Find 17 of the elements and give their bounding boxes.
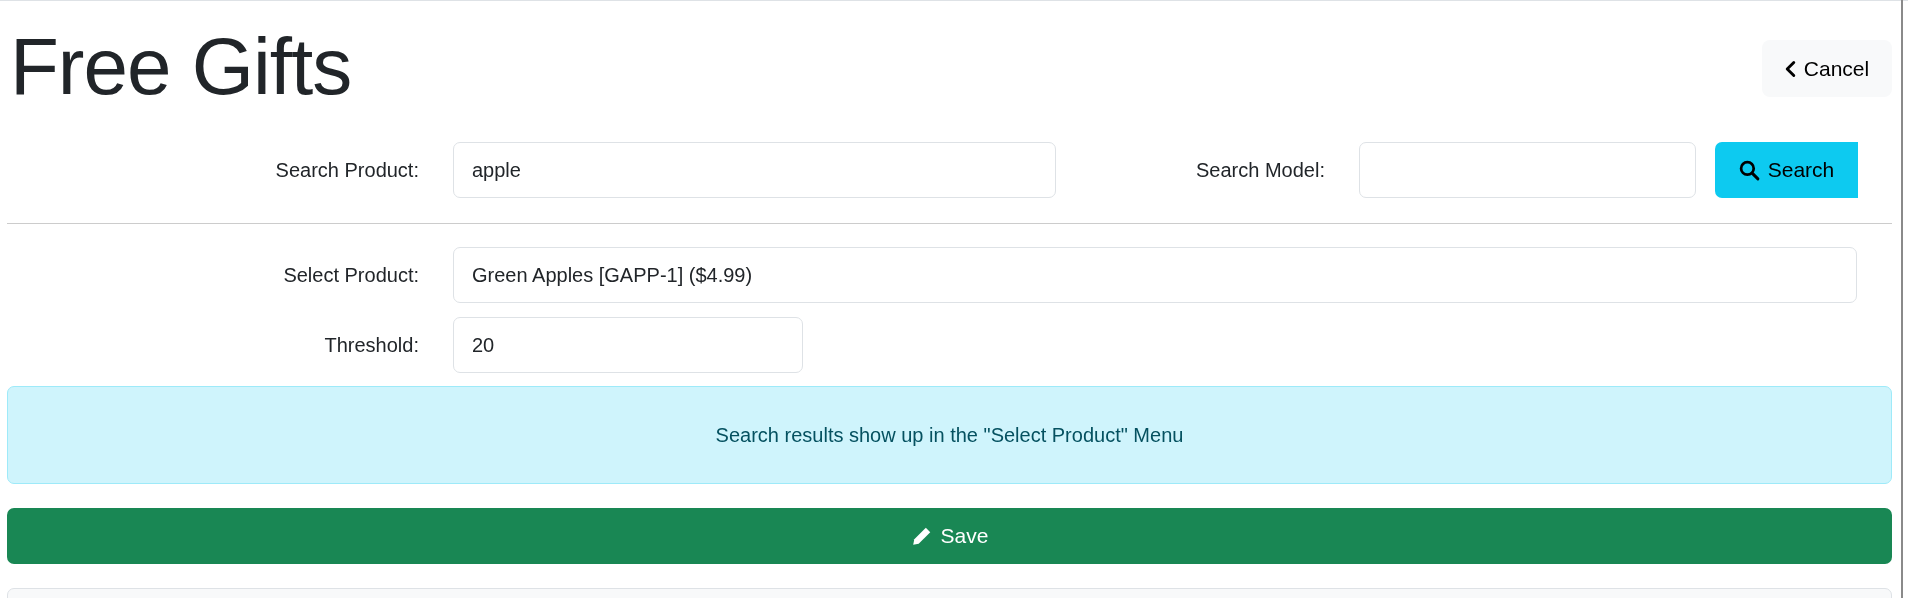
search-field[interactable] <box>1359 142 1696 198</box>
search-field[interactable]: apple <box>453 142 1056 198</box>
alert-message: Search results show up in the "Select Product" Menu <box>715 423 1184 447</box>
field-label: Threshold: <box>323 333 420 357</box>
pencil-icon <box>910 525 933 547</box>
search-button[interactable]: Search <box>1715 142 1858 198</box>
chevron-left-icon <box>1784 59 1796 78</box>
page-title: Free Gifts <box>10 23 352 111</box>
save-button[interactable]: Save <box>7 508 1892 564</box>
select-field[interactable]: Green Apples [GAPP-1] ($4.99) <box>453 247 1857 303</box>
search-icon <box>1738 159 1760 181</box>
field-label: Search Product: <box>274 158 420 182</box>
field-label: Search Model: <box>1195 158 1326 182</box>
field-label: Select Product: <box>282 263 420 287</box>
cancel-button[interactable]: Cancel <box>1762 40 1892 97</box>
scrollbar[interactable] <box>1901 0 1903 598</box>
input-field[interactable]: 20 <box>453 317 803 373</box>
